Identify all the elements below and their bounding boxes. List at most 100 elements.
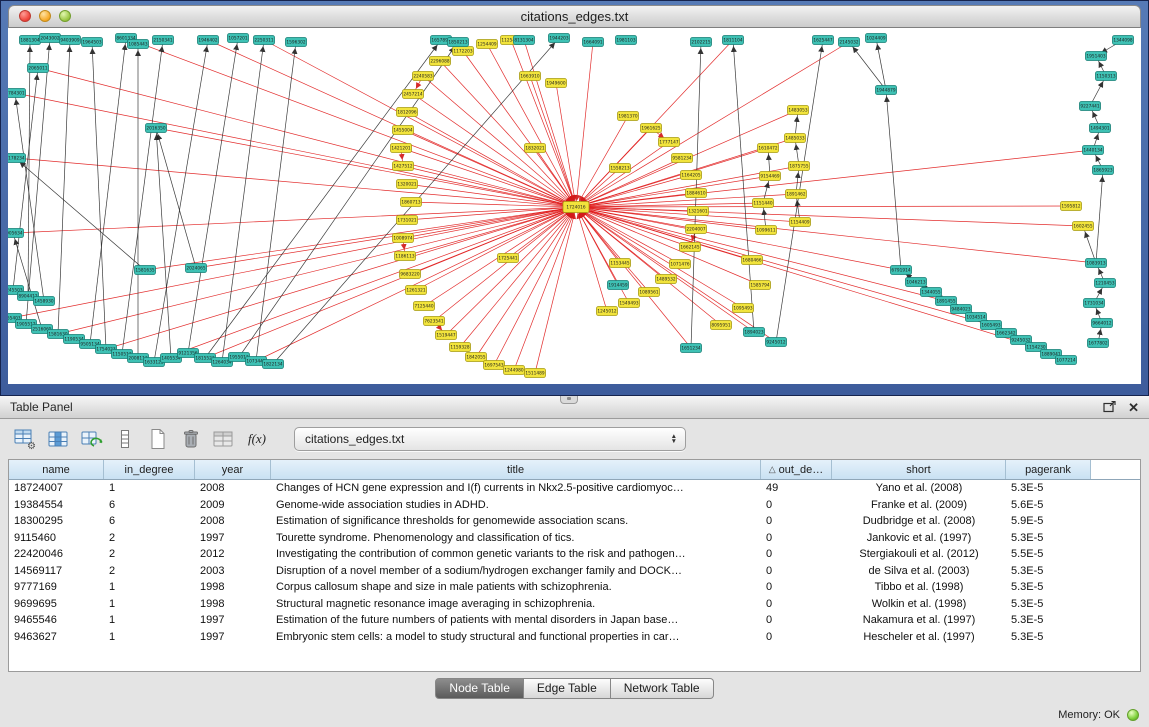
graph-node[interactable]: 1071476 (670, 260, 691, 269)
graph-node[interactable]: 1697543 (484, 361, 505, 370)
graph-node[interactable]: 1186113 (395, 252, 416, 261)
graph-node[interactable]: 1865923 (1093, 166, 1114, 175)
graph-node[interactable]: 9664012 (1092, 319, 1113, 328)
graph-node[interactable]: 1153445 (610, 259, 631, 268)
graph-node[interactable]: 1725441 (498, 254, 519, 263)
graph-node[interactable]: 1458930 (34, 297, 55, 306)
new-column-icon[interactable] (144, 426, 172, 452)
show-columns-icon[interactable] (45, 426, 73, 452)
graph-node[interactable]: 1822134 (263, 360, 284, 369)
graph-hub-node[interactable]: 1724016 (563, 202, 589, 213)
graph-node[interactable]: 1905634 (8, 229, 24, 238)
graph-node[interactable]: 2016350 (146, 124, 167, 133)
graph-node[interactable]: 2043002 (40, 34, 61, 43)
table-row[interactable]: 946554611997Estimation of the future num… (9, 612, 1140, 629)
graph-node[interactable]: 1440134 (1083, 146, 1104, 155)
graph-node[interactable]: 1261321 (406, 286, 427, 295)
column-header-year[interactable]: year (195, 460, 271, 479)
column-header-pagerank[interactable]: pagerank (1006, 460, 1091, 479)
graph-node[interactable]: 1210453 (1095, 279, 1116, 288)
graph-node[interactable]: 1625447 (813, 36, 834, 45)
graph-node[interactable]: 2024065 (186, 264, 207, 273)
graph-node[interactable]: 1099611 (756, 226, 777, 235)
graph-node[interactable]: 6791914 (891, 266, 912, 275)
graph-node[interactable]: 1085443 (128, 40, 149, 49)
graph-node[interactable]: 1981370 (618, 112, 639, 121)
graph-node[interactable]: 2240583 (413, 72, 434, 81)
close-panel-icon[interactable] (1128, 401, 1139, 414)
graph-node[interactable]: 1455004 (393, 126, 414, 135)
zoom-button[interactable] (59, 10, 71, 22)
graph-node[interactable]: 8131304 (514, 36, 535, 45)
graph-node[interactable]: 1581635 (135, 266, 156, 275)
graph-node[interactable]: 1089561 (639, 288, 660, 297)
graph-node[interactable]: 9154469 (760, 172, 781, 181)
graph-node[interactable]: 1095493 (733, 304, 754, 313)
graph-node[interactable]: 1421201 (391, 144, 412, 153)
graph-node[interactable]: 1154409 (790, 218, 811, 227)
graph-node[interactable]: 2457214 (403, 90, 424, 99)
graph-node[interactable]: 9403909 (60, 36, 81, 45)
table-row[interactable]: 911546021997Tourette syndrome. Phenomeno… (9, 530, 1140, 547)
graph-node[interactable]: 1320021 (397, 180, 418, 189)
graph-node[interactable]: 1596302 (286, 38, 307, 47)
graph-node[interactable]: 1949600 (546, 79, 567, 88)
graph-node[interactable]: 1777147 (659, 138, 680, 147)
graph-node[interactable]: 2065011 (28, 64, 49, 73)
graph-node[interactable]: 1944203 (549, 34, 570, 43)
graph-node[interactable]: 1842055 (466, 353, 487, 362)
graph-node[interactable]: 1485033 (785, 134, 806, 143)
graph-node[interactable]: 1812096 (397, 108, 418, 117)
tab-node-table[interactable]: Node Table (435, 678, 524, 699)
table-mode-icon[interactable]: ⚙ (12, 426, 40, 452)
graph-node[interactable]: 1894023 (744, 328, 765, 337)
graph-node[interactable]: 7125440 (414, 302, 435, 311)
graph-node[interactable]: 1585794 (750, 281, 771, 290)
function-builder-icon[interactable]: f(x) (243, 426, 271, 452)
graph-node[interactable]: 1964503 (82, 38, 103, 47)
graph-node[interactable]: 1046213 (906, 278, 927, 287)
graph-node[interactable]: 1850213 (448, 38, 469, 47)
float-panel-icon[interactable] (1103, 401, 1116, 413)
graph-node[interactable]: 1662145 (680, 243, 701, 252)
delete-column-icon[interactable] (177, 426, 205, 452)
tab-network-table[interactable]: Network Table (611, 678, 714, 699)
graph-node[interactable]: 1884610 (686, 189, 707, 198)
row-height-icon[interactable] (111, 426, 139, 452)
graph-node[interactable]: 1344055 (921, 288, 942, 297)
graph-node[interactable]: 1024409 (866, 34, 887, 43)
graph-node[interactable]: 1489532 (656, 275, 677, 284)
graph-node[interactable]: 1321601 (688, 207, 709, 216)
graph-node[interactable]: 1651234 (681, 344, 702, 353)
graph-node[interactable]: 7623541 (424, 317, 445, 326)
table-row[interactable]: 969969511998Structural magnetic resonanc… (9, 596, 1140, 613)
graph-node[interactable]: 1254409 (477, 40, 498, 49)
table-row[interactable]: 1938455462009Genome-wide association stu… (9, 497, 1140, 514)
graph-node[interactable]: 1427512 (393, 162, 414, 171)
graph-node[interactable]: 1860713 (401, 198, 422, 207)
graph-node[interactable]: 1494301 (1090, 124, 1111, 133)
table-row[interactable]: 1456911722003Disruption of a novel membe… (9, 563, 1140, 580)
graph-node[interactable]: 9683220 (400, 270, 421, 279)
graph-node[interactable]: 1008974 (393, 234, 414, 243)
graph-node[interactable]: 1244980 (504, 366, 525, 375)
graph-node[interactable]: 1811104 (723, 36, 744, 45)
graph-node[interactable]: 1677802 (1088, 339, 1109, 348)
tab-edge-table[interactable]: Edge Table (524, 678, 611, 699)
graph-node[interactable]: 1731034 (1084, 299, 1105, 308)
graph-node[interactable]: 1731021 (397, 216, 418, 225)
graph-node[interactable]: 9227441 (1080, 102, 1101, 111)
graph-node[interactable]: 1151440 (753, 199, 774, 208)
graph-node[interactable]: 2296088 (430, 57, 451, 66)
graph-node[interactable]: 1602455 (1073, 222, 1094, 231)
graph-node[interactable]: 1881304 (20, 36, 41, 45)
graph-node[interactable]: 1664091 (583, 38, 604, 47)
column-header-in_degree[interactable]: in_degree (104, 460, 195, 479)
graph-node[interactable]: 1784301 (8, 89, 26, 98)
graph-node[interactable]: 2250311 (254, 36, 275, 45)
graph-node[interactable]: 1077214 (1056, 356, 1077, 365)
graph-node[interactable]: 1610472 (758, 144, 779, 153)
graph-node[interactable]: 1164205 (681, 171, 702, 180)
network-graph-area[interactable]: 1724016 2240583 2457214 1812096 1455004 14212… (8, 28, 1141, 384)
graph-node[interactable]: 1178234 (8, 154, 26, 163)
